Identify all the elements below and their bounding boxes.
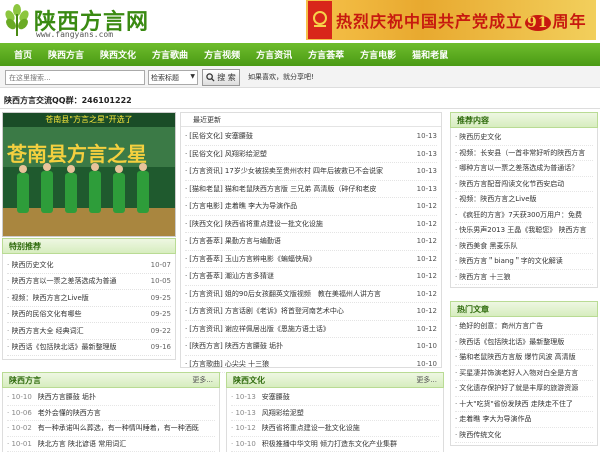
list-item[interactable]: 10-02有一种承诺叫么葬选，有一种情叫睡着，有一种洒既 [7, 421, 215, 437]
special-recommend-box: 特别推荐 陕西历史文化10-07 陕西方言以一票之差落选成为普通10-05 视频… [2, 238, 176, 360]
list-item[interactable]: 10-10积极推播中华文明 倾力打造东文化产业集群 [231, 437, 439, 452]
nav-dialect-news[interactable]: 方言资讯 [256, 48, 292, 61]
list-item[interactable]: 猫和老鼠陕西方言版 爆竹风波 高清版 [455, 350, 593, 366]
list-item[interactable]: 绝好的创意：商州方言广告 [455, 319, 593, 335]
search-button[interactable]: 搜 索 [202, 69, 240, 86]
list-item[interactable]: 陕西话《包括陕北话》最新整理版 [455, 335, 593, 350]
list-item[interactable]: [陕西文化] 陕西省将重点建设一批文化设施10-12 [185, 216, 437, 233]
list-item[interactable]: 10-01陕北方言 陕北谚语 常用词汇 [7, 437, 215, 452]
qq-group: 陕西方言交流QQ群：246101222 [4, 96, 132, 105]
recommended-title: 推荐内容 [450, 112, 598, 128]
nav-home[interactable]: 首页 [14, 48, 32, 61]
more-link[interactable]: 更多... [192, 375, 213, 385]
list-item[interactable]: 视频：陕西方言之Live版 [455, 192, 593, 208]
site-logo[interactable]: 陕西方言网 www.fangyans.com [4, 2, 194, 40]
list-item[interactable]: 十大"吃货"省份发陕西 走陕走不住了 [455, 397, 593, 412]
list-item[interactable]: 《疯狂的方言》7天获300万用户：免费 [455, 208, 593, 223]
list-item[interactable]: 10-10陕西方言腰鼓 垢扑 [7, 390, 215, 406]
hot-articles-title: 热门文章 [450, 301, 598, 317]
list-item[interactable]: 文化遗存保护好了就是丰厚的旅游资源 [455, 381, 593, 397]
list-item[interactable]: 买星凄并饰演老好人入物对白全是方言 [455, 366, 593, 381]
shaanxi-dialect-section: 陕西方言 更多... 10-10陕西方言腰鼓 垢扑 10-06老外会懂的陕西方言… [2, 372, 220, 452]
list-item[interactable]: 10-13风翔彩绘泥塑 [231, 406, 439, 421]
list-item[interactable]: [猫和老鼠] 猫和老鼠陕西方言版 三兄弟 高清版（碎仔和老皮10-13 [185, 181, 437, 198]
nav-dialect-movies[interactable]: 方言电影 [360, 48, 396, 61]
nav-tom-and-jerry[interactable]: 猫和老鼠 [412, 48, 448, 61]
list-item[interactable]: [方言歌曲] 心尖尖 十三狼10-10 [185, 356, 437, 373]
list-item[interactable]: [方言荟萃] 果勤方言与编勤语10-12 [185, 233, 437, 251]
list-item[interactable]: 10-06老外会懂的陕西方言 [7, 406, 215, 421]
latest-updates-box: 最近更新 [民俗文化] 安塞腰鼓10-13 [民俗文化] 风翔彩绘泥塑10-13… [180, 112, 442, 373]
list-item[interactable]: [方言荟萃] 玉山方言辨电影《蝙蝠侠局》10-12 [185, 251, 437, 268]
site-url: www.fangyans.com [36, 30, 114, 39]
list-item[interactable]: 视频：陕西方言之Live版09-25 [7, 290, 171, 307]
list-item[interactable]: 10-13安塞腰鼓 [231, 390, 439, 406]
shaanxi-culture-section: 陕西文化 更多... 10-13安塞腰鼓 10-13风翔彩绘泥塑 10-12陕西… [226, 372, 444, 452]
list-item[interactable]: 走着瞧 李大为导演作品 [455, 412, 593, 428]
main-nav: 首页 陕西方言 陕西文化 方言歌曲 方言视频 方言资讯 方言荟萃 方言电影 猫和… [0, 43, 600, 66]
share-hint[interactable]: 如果喜欢，就分享吧! [248, 72, 314, 82]
search-scope-select[interactable]: 检索标题 ▼ [148, 70, 198, 85]
list-item[interactable]: [方言资讯] 方言话剧《老诉》将首登河南艺术中心10-12 [185, 303, 437, 321]
photo-caption: 苍南县"方言之星"开选了 [3, 113, 175, 127]
list-item[interactable]: 陕西美食 黑麦乐队 [455, 239, 593, 254]
list-item[interactable]: 陕西历史文化 [455, 130, 593, 146]
list-item[interactable]: [方言荟萃] 潮汕方言多猜谜10-12 [185, 268, 437, 286]
search-scope-value: 检索标题 [151, 73, 179, 82]
nav-shaanxi-dialect[interactable]: 陕西方言 [48, 48, 84, 61]
hot-articles-box: 热门文章 绝好的创意：商州方言广告 陕西话《包括陕北话》最新整理版 猫和老鼠陕西… [450, 301, 598, 446]
list-item[interactable]: 陕西传统文化 [455, 428, 593, 443]
nav-dialect-songs[interactable]: 方言歌曲 [152, 48, 188, 61]
party-emblem-icon [308, 1, 332, 39]
recommended-box: 推荐内容 陕西历史文化 视频：长安县（一首非常好听的陕西方言 哪种方言以一票之差… [450, 112, 598, 288]
list-item[interactable]: 10-12陕西省将重点建设一批文化设施 [231, 421, 439, 437]
special-recommend-title: 特别推荐 [2, 238, 176, 254]
latest-updates-title: 最近更新 [181, 113, 441, 127]
divider [0, 108, 600, 109]
search-button-label: 搜 索 [217, 73, 236, 82]
search-input[interactable] [5, 70, 145, 85]
list-item[interactable]: [方言资讯] 谢应祥佩居出版《恩施方语土话》10-12 [185, 321, 437, 338]
list-item[interactable]: [陕西方言] 陕西方言腰鼓 垢扑10-10 [185, 338, 437, 356]
banner-number: 91 [525, 15, 551, 31]
shaanxi-culture-title: 陕西文化 更多... [226, 372, 444, 388]
list-item[interactable]: 视频：长安县（一首非常好听的陕西方言 [455, 146, 593, 161]
list-item[interactable]: 陕西的民俗文化有哪些09-25 [7, 307, 171, 323]
svg-text:苍南县方言之星: 苍南县方言之星 [6, 142, 147, 166]
leaf-logo-icon [5, 4, 29, 36]
list-item[interactable]: [民俗文化] 安塞腰鼓10-13 [185, 128, 437, 146]
list-item[interactable]: 陕西方言＂biang＂字的文化解读 [455, 254, 593, 270]
nav-dialect-videos[interactable]: 方言视频 [204, 48, 240, 61]
list-item[interactable]: 陕西历史文化10-07 [7, 257, 171, 274]
nav-dialect-collection[interactable]: 方言荟萃 [308, 48, 344, 61]
chevron-down-icon: ▼ [190, 73, 195, 80]
list-item[interactable]: 快乐男声2013 王晶《我聪您》 陕西方言 [455, 223, 593, 239]
featured-photo[interactable]: 苍南县方言之星 苍南县"方言之星"开选了 [2, 112, 176, 237]
search-icon [206, 73, 215, 82]
list-item[interactable]: 陕西方言 十三狼 [455, 270, 593, 285]
search-bar: 检索标题 ▼ 搜 索 如果喜欢，就分享吧! [0, 66, 600, 88]
list-item[interactable]: 陕西方言配音闯读文化节西安启动 [455, 177, 593, 192]
list-item[interactable]: [民俗文化] 风翔彩绘泥塑10-13 [185, 146, 437, 163]
nav-shaanxi-culture[interactable]: 陕西文化 [100, 48, 136, 61]
shaanxi-dialect-title: 陕西方言 更多... [2, 372, 220, 388]
list-item[interactable]: 陕西话《包括陕北话》最新整理版09-16 [7, 340, 171, 356]
list-item[interactable]: [方言资讯] 17岁少女被拐卖至贵州农村 四年后被救已不会说家10-13 [185, 163, 437, 181]
list-item[interactable]: 陕西方言大全 经典词汇09-22 [7, 323, 171, 340]
list-item[interactable]: 陕西方言以一票之差落选成为普通10-05 [7, 274, 171, 290]
anniversary-banner[interactable]: 热烈庆祝中国共产党成立 91 周年 [306, 0, 596, 40]
list-item[interactable]: 哪种方言以一票之差落选成为普通话？ [455, 161, 593, 177]
list-item[interactable]: [方言资讯] 姐的90后女孩翻英文版视频 教在美福州人讲方言10-12 [185, 286, 437, 303]
banner-text: 热烈庆祝中国共产党成立 91 周年 [336, 12, 587, 31]
list-item[interactable]: [方言电影] 走着瞧 李大为导演作品10-12 [185, 198, 437, 216]
performers-photo: 苍南县方言之星 [3, 113, 175, 236]
more-link[interactable]: 更多... [416, 375, 437, 385]
